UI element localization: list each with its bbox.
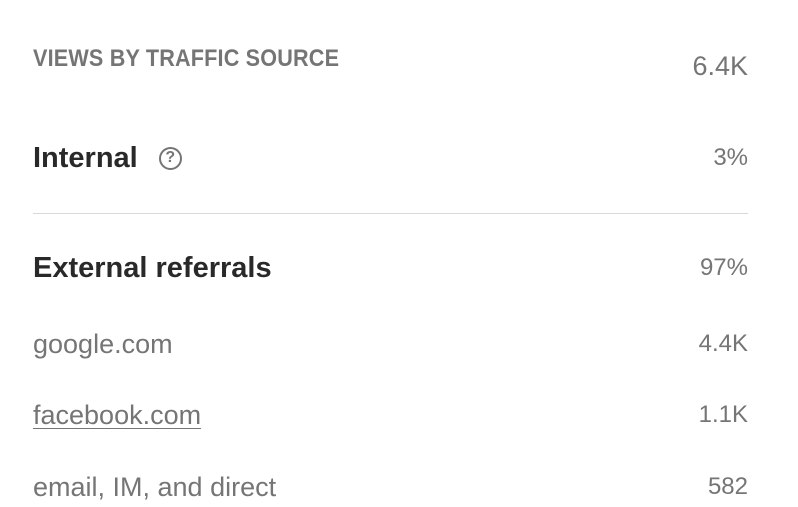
referral-source-link[interactable]: facebook.com (33, 400, 201, 431)
referral-source-count: 582 (707, 473, 748, 500)
referral-source-label: google.com (33, 328, 173, 359)
traffic-source-header: VIEWS BY TRAFFIC SOURCE 6.4K (33, 40, 748, 86)
referral-source-label: email, IM, and direct (33, 471, 277, 502)
section-divider (33, 213, 748, 214)
internal-percent: 3% (713, 144, 748, 171)
referral-source-count: 1.1K (698, 401, 748, 428)
internal-traffic-row: Internal ? 3% (33, 137, 748, 179)
external-referrals-percent: 97% (699, 254, 748, 281)
help-circle-icon[interactable]: ? (158, 146, 182, 170)
section-heading: VIEWS BY TRAFFIC SOURCE (33, 45, 340, 72)
external-referrals-label: External referrals (33, 251, 272, 284)
total-views-count: 6.4K (692, 50, 748, 81)
referral-source-row: facebook.com 1.1K (33, 395, 748, 435)
internal-label: Internal (33, 141, 138, 174)
referral-source-row: email, IM, and direct 582 (33, 467, 748, 507)
referral-source-row: google.com 4.4K (33, 324, 748, 364)
referral-source-count: 4.4K (698, 330, 748, 357)
external-referrals-row: External referrals 97% (33, 247, 748, 289)
traffic-source-panel: VIEWS BY TRAFFIC SOURCE 6.4K Internal ? … (33, 0, 748, 503)
internal-label-group: Internal ? (33, 142, 182, 175)
